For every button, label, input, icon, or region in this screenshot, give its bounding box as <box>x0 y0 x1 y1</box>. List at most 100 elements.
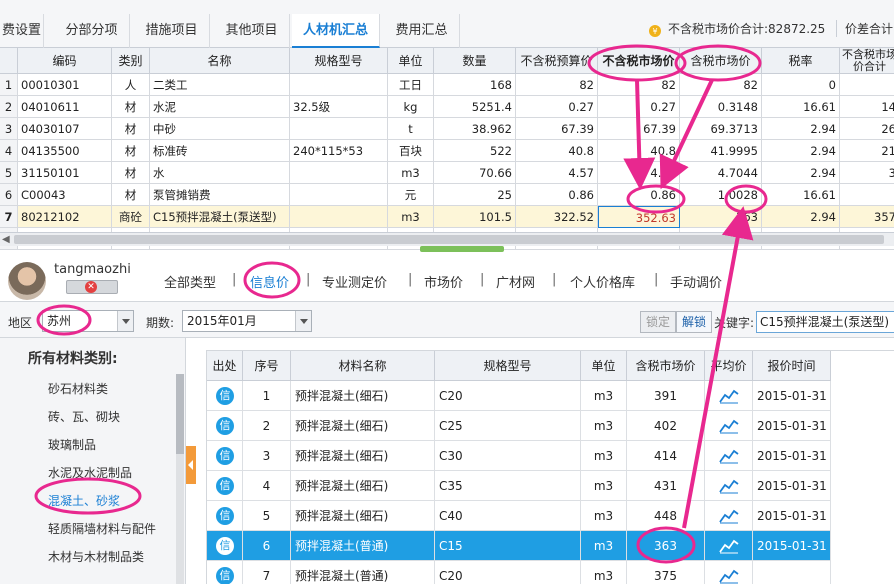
grid-cell[interactable]: 元 <box>388 184 434 206</box>
category-item[interactable]: 砂石材料类 <box>48 380 108 397</box>
tab-measures[interactable]: 措施项目 <box>134 14 210 48</box>
grid-cell[interactable]: 26 <box>840 118 894 140</box>
row-number[interactable]: 1 <box>0 74 18 96</box>
hdr-code[interactable]: 编码 <box>18 48 112 74</box>
grid-cell[interactable]: 5251.4 <box>434 96 516 118</box>
tab-sub-items[interactable]: 分部分项 <box>54 14 130 48</box>
trend-chart-icon[interactable] <box>718 418 739 434</box>
avg-price-cell[interactable] <box>705 561 753 584</box>
grid-cell[interactable]: C00043 <box>18 184 112 206</box>
row-number[interactable]: 7 <box>0 206 18 228</box>
grid-cell[interactable]: 4.7044 <box>680 162 762 184</box>
table-cell[interactable]: 3 <box>243 441 291 471</box>
grid-cell[interactable]: 31150101 <box>18 162 112 184</box>
keyword-input[interactable]: C15预拌混凝土(泵送型) <box>756 311 894 333</box>
grid-cell[interactable]: 522 <box>434 140 516 162</box>
table-cell[interactable]: C30 <box>435 441 581 471</box>
trend-chart-icon[interactable] <box>718 538 739 554</box>
source-cell[interactable]: 信 <box>207 471 243 501</box>
table-cell[interactable]: C40 <box>435 501 581 531</box>
category-item[interactable]: 砖、瓦、砌块 <box>48 408 120 425</box>
quote-time-cell[interactable]: 2015-01-31 <box>753 471 831 501</box>
grid-cell[interactable]: 0.27 <box>516 96 598 118</box>
table-cell[interactable]: m3 <box>581 471 627 501</box>
hdr-qty[interactable]: 数量 <box>434 48 516 74</box>
grid-cell[interactable] <box>840 74 894 96</box>
source-info-price[interactable]: 信息价 <box>250 272 289 291</box>
grid-cell[interactable]: 2.94 <box>762 206 840 228</box>
table-cell[interactable]: 预拌混凝土(普通) <box>291 561 435 584</box>
table-cell[interactable]: 375 <box>627 561 705 584</box>
avg-price-cell[interactable] <box>705 411 753 441</box>
table-cell[interactable]: 391 <box>627 381 705 411</box>
grid-cell[interactable]: 中砂 <box>150 118 290 140</box>
source-market-price[interactable]: 市场价 <box>424 272 463 291</box>
source-manual-adjust[interactable]: 手动调价 <box>670 272 722 291</box>
grid-cell[interactable]: m3 <box>388 206 434 228</box>
grid-cell[interactable]: 人 <box>112 74 150 96</box>
info-source-icon[interactable]: 信 <box>216 537 234 555</box>
grid-cell[interactable]: 38.962 <box>434 118 516 140</box>
grid-cell[interactable]: 材 <box>112 96 150 118</box>
grid-cell[interactable]: 21 <box>840 140 894 162</box>
trend-chart-icon[interactable] <box>718 508 739 524</box>
table-cell[interactable]: 402 <box>627 411 705 441</box>
avg-price-cell[interactable] <box>705 471 753 501</box>
grid-cell[interactable]: 0.3148 <box>680 96 762 118</box>
row-number[interactable]: 4 <box>0 140 18 162</box>
category-item[interactable]: 轻质隔墙材料与配件 <box>48 520 156 537</box>
hdr-source[interactable]: 出处 <box>207 351 243 381</box>
grid-cell[interactable]: m3 <box>388 162 434 184</box>
grid-cell[interactable]: 14 <box>840 96 894 118</box>
table-cell[interactable]: 6 <box>243 531 291 561</box>
table-cell[interactable]: 448 <box>627 501 705 531</box>
grid-cell[interactable]: kg <box>388 96 434 118</box>
info-source-icon[interactable]: 信 <box>216 507 234 525</box>
table-cell[interactable]: m3 <box>581 411 627 441</box>
grid-cell[interactable]: 2.94 <box>762 162 840 184</box>
grid-cell[interactable]: t <box>388 118 434 140</box>
grid-cell[interactable]: 水 <box>150 162 290 184</box>
grid-cell[interactable]: 82 <box>680 74 762 96</box>
quote-time-cell[interactable]: 2015-01-31 <box>753 411 831 441</box>
grid-cell[interactable]: 80212102 <box>18 206 112 228</box>
grid-cell[interactable]: 泵管摊销费 <box>150 184 290 206</box>
grid-cell[interactable]: 25 <box>434 184 516 206</box>
grid-cell[interactable]: 67.39 <box>516 118 598 140</box>
grid-cell[interactable]: 4.57 <box>516 162 598 184</box>
grid-cell[interactable]: 标准砖 <box>150 140 290 162</box>
grid-cell[interactable]: 04010611 <box>18 96 112 118</box>
info-source-icon[interactable]: 信 <box>216 477 234 495</box>
quote-time-cell[interactable]: 2015-01-31 <box>753 531 831 561</box>
grid-cell[interactable]: 70.66 <box>434 162 516 184</box>
category-item[interactable]: 水泥及水泥制品 <box>48 464 132 481</box>
hdr-seq[interactable]: 序号 <box>243 351 291 381</box>
grid-cell[interactable]: 69.3713 <box>680 118 762 140</box>
table-cell[interactable]: 363 <box>627 531 705 561</box>
table-cell[interactable]: m3 <box>581 441 627 471</box>
grid-cell[interactable]: 0.86 <box>598 184 680 206</box>
row-number[interactable]: 6 <box>0 184 18 206</box>
grid-cell[interactable]: 240*115*53 <box>290 140 388 162</box>
table-cell[interactable]: 1 <box>243 381 291 411</box>
table-cell[interactable]: C25 <box>435 411 581 441</box>
trend-chart-icon[interactable] <box>718 478 739 494</box>
chevron-down-icon[interactable] <box>117 311 133 331</box>
grid-cell[interactable]: 357 <box>840 206 894 228</box>
chevron-down-icon[interactable] <box>295 311 311 331</box>
table-cell[interactable]: 预拌混凝土(细石) <box>291 441 435 471</box>
grid-cell[interactable]: 322.52 <box>516 206 598 228</box>
row-number[interactable]: 5 <box>0 162 18 184</box>
scroll-left-icon[interactable]: ◀ <box>2 234 10 245</box>
grid-cell[interactable]: 0.86 <box>516 184 598 206</box>
unlock-button[interactable]: 解锁 <box>676 311 712 333</box>
table-cell[interactable]: m3 <box>581 381 627 411</box>
table-cell[interactable]: 414 <box>627 441 705 471</box>
hdr-quote-time[interactable]: 报价时间 <box>753 351 831 381</box>
grid-cell[interactable] <box>290 206 388 228</box>
grid-cell[interactable] <box>290 118 388 140</box>
hdr-tax-market-price[interactable]: 含税市场价 <box>627 351 705 381</box>
table-cell[interactable]: C15 <box>435 531 581 561</box>
source-personal-library[interactable]: 个人价格库 <box>570 272 635 291</box>
trend-chart-icon[interactable] <box>718 388 739 404</box>
